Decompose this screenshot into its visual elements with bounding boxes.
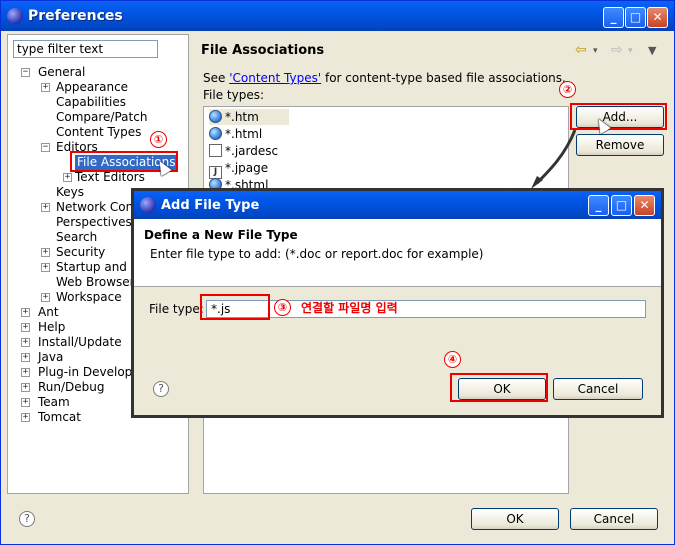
dialog-maximize-button[interactable]: □ <box>611 195 632 216</box>
annotation-box-file-type <box>200 294 270 320</box>
tree-item-run-debug[interactable]: Run/Debug <box>38 380 105 395</box>
help-icon[interactable]: ? <box>19 511 35 527</box>
title-bar[interactable]: Preferences _ □ ✕ <box>1 1 674 31</box>
tree-expander[interactable]: + <box>41 203 50 212</box>
annotation-step-3: ③ <box>274 299 291 316</box>
tree-item-appearance[interactable]: Appearance <box>56 80 128 95</box>
tree-item-java[interactable]: Java <box>38 350 63 365</box>
see-suffix: for content-type based file associations… <box>321 71 566 85</box>
filter-input[interactable]: type filter text <box>13 40 158 58</box>
dialog-header: Define a New File Type Enter file type t… <box>134 219 661 287</box>
dialog-cancel-button[interactable]: Cancel <box>553 378 643 400</box>
content-types-link[interactable]: 'Content Types' <box>229 71 321 85</box>
tree-item-tomcat[interactable]: Tomcat <box>38 410 81 425</box>
dialog-minimize-button[interactable]: _ <box>588 195 609 216</box>
ok-button[interactable]: OK <box>471 508 559 530</box>
file-type-name: *.html <box>225 127 263 141</box>
globe-icon <box>209 110 222 123</box>
forward-arrow-icon: ⇨ <box>611 42 623 58</box>
tree-expander[interactable]: + <box>21 338 30 347</box>
back-menu-icon[interactable]: ▾ <box>593 46 598 56</box>
annotation-step-2: ② <box>559 81 576 98</box>
tree-item-perspectives[interactable]: Perspectives <box>56 215 132 230</box>
tree-item-workspace[interactable]: Workspace <box>56 290 122 305</box>
annotation-box-ok <box>450 373 548 402</box>
annotation-step-4: ④ <box>444 351 461 368</box>
eclipse-icon <box>140 197 156 213</box>
tree-expander[interactable]: + <box>63 173 72 182</box>
dialog-title-bar[interactable]: Add File Type _ □ ✕ <box>134 191 661 219</box>
tree-expander[interactable]: + <box>41 263 50 272</box>
tree-item-startup-and-s[interactable]: Startup and S <box>56 260 138 275</box>
file-type-name: *.jardesc <box>225 144 279 158</box>
tree-expander[interactable]: + <box>21 323 30 332</box>
tree-expander[interactable]: − <box>21 68 30 77</box>
page-title: File Associations <box>201 43 325 58</box>
see-prefix: See <box>203 71 230 85</box>
tree-expander[interactable]: − <box>41 143 50 152</box>
tree-item-network-conn[interactable]: Network Conn <box>56 200 141 215</box>
dialog-heading: Define a New File Type <box>144 228 298 242</box>
tree-expander[interactable]: + <box>41 248 50 257</box>
tree-item-security[interactable]: Security <box>56 245 105 260</box>
dialog-close-button[interactable]: ✕ <box>634 195 655 216</box>
cancel-button[interactable]: Cancel <box>570 508 658 530</box>
file-type-label: File type: <box>149 302 204 316</box>
forward-menu-icon: ▾ <box>628 46 633 56</box>
file-type-row[interactable]: J *.jpage <box>209 160 298 179</box>
tree-item-ant[interactable]: Ant <box>38 305 59 320</box>
minimize-button[interactable]: _ <box>603 7 624 28</box>
annotation-step-1: ① <box>150 131 167 148</box>
tree-item-help[interactable]: Help <box>38 320 65 335</box>
tree-expander[interactable]: + <box>21 308 30 317</box>
tree-expander[interactable]: + <box>21 368 30 377</box>
tree-item-keys[interactable]: Keys <box>56 185 84 200</box>
file-type-name: *.jpage <box>225 161 269 175</box>
file-type-row[interactable]: *.jardesc <box>209 143 308 159</box>
file-type-row[interactable]: *.html <box>209 126 292 142</box>
globe-icon <box>209 127 222 140</box>
annotation-step-3-text: 연결할 파일명 입력 <box>301 301 398 315</box>
window-title: Preferences <box>28 8 123 24</box>
file-type-input[interactable]: *.js <box>206 300 646 318</box>
tree-item-plug-in-developm[interactable]: Plug-in Developm <box>38 365 144 380</box>
tree-expander[interactable]: + <box>41 83 50 92</box>
doc-icon <box>209 144 222 157</box>
file-types-label: File types: <box>203 88 264 102</box>
file-type-name: *.htm <box>225 110 259 124</box>
tree-expander[interactable]: + <box>21 353 30 362</box>
tree-item-text-editors[interactable]: Text Editors <box>75 170 145 185</box>
remove-button[interactable]: Remove <box>576 134 664 156</box>
tree-item-install-update[interactable]: Install/Update <box>38 335 122 350</box>
tree-item-compare-patch[interactable]: Compare/Patch <box>56 110 147 125</box>
close-button[interactable]: ✕ <box>647 7 668 28</box>
annotation-arrow <box>531 129 577 189</box>
tree-item-team[interactable]: Team <box>38 395 70 410</box>
tree-item-general[interactable]: General <box>38 65 85 80</box>
tree-expander[interactable]: + <box>21 383 30 392</box>
tree-expander[interactable]: + <box>21 413 30 422</box>
tree-item-capabilities[interactable]: Capabilities <box>56 95 126 110</box>
tree-item-web-browser[interactable]: Web Browser <box>56 275 135 290</box>
dialog-help-icon[interactable]: ? <box>153 381 169 397</box>
view-menu-icon[interactable]: ▼ <box>648 44 656 57</box>
dialog-title: Add File Type <box>161 198 260 213</box>
dialog-description: Enter file type to add: (*.doc or report… <box>150 247 484 261</box>
eclipse-icon <box>7 8 23 24</box>
tree-item-search[interactable]: Search <box>56 230 97 245</box>
back-arrow-icon[interactable]: ⇦ <box>575 42 587 58</box>
maximize-button[interactable]: □ <box>625 7 646 28</box>
file-type-row[interactable]: *.htm <box>209 109 289 125</box>
tree-expander[interactable]: + <box>21 398 30 407</box>
tree-item-content-types[interactable]: Content Types <box>56 125 141 140</box>
content-types-note: See 'Content Types' for content-type bas… <box>203 71 566 85</box>
tree-expander[interactable]: + <box>41 293 50 302</box>
